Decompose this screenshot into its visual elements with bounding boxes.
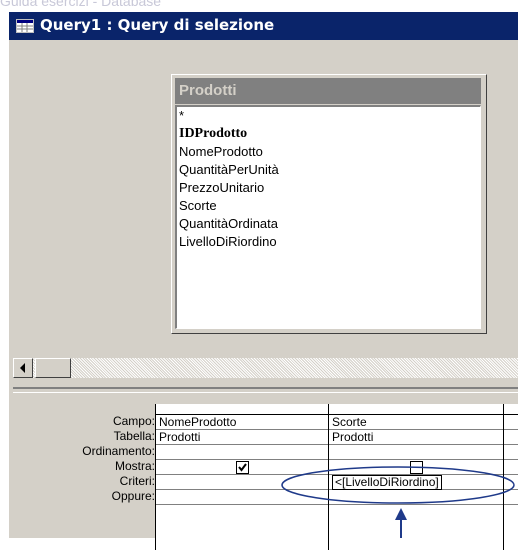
cell-empty[interactable] [504, 415, 518, 430]
cell-mostra [156, 460, 328, 475]
row-label-ordinamento: Ordinamento: [82, 444, 155, 458]
cell-empty[interactable] [504, 430, 518, 445]
arrow-left-icon [20, 363, 25, 373]
field-item-scorte[interactable]: Scorte [177, 197, 480, 215]
field-item-quantitaordinata[interactable]: QuantitàOrdinata [177, 215, 480, 233]
field-item-nomeprodotto[interactable]: NomeProdotto [177, 143, 480, 161]
row-label-tabella: Tabella: [113, 429, 155, 443]
label-spacer [13, 404, 155, 414]
cell-campo[interactable]: NomeProdotto [156, 415, 328, 430]
grid-column-1[interactable]: NomeProdotto Prodotti [155, 404, 328, 550]
cell-empty[interactable] [504, 460, 518, 475]
field-item-all[interactable]: * [177, 107, 480, 125]
row-label-mostra: Mostra: [114, 459, 155, 473]
cell-ordinamento[interactable] [329, 445, 503, 460]
scroll-left-button[interactable] [13, 358, 33, 378]
cell-oppure[interactable] [156, 490, 328, 505]
window-title: Query1 : Query di selezione [40, 16, 275, 34]
cell-mostra [329, 460, 503, 475]
field-item-prezzounitario[interactable]: PrezzoUnitario [177, 179, 480, 197]
row-label-campo: Campo: [112, 414, 155, 428]
show-checkbox-checked[interactable] [236, 461, 249, 474]
criteria-value[interactable]: <[LivelloDiRiordino] [332, 475, 442, 490]
cell-campo[interactable]: Scorte [329, 415, 503, 430]
table-field-list-title[interactable]: Prodotti [175, 78, 481, 104]
table-pane: Prodotti * IDProdotto NomeProdotto Quant… [13, 42, 518, 372]
cell-empty[interactable] [504, 475, 518, 490]
cell-oppure[interactable] [329, 490, 503, 505]
cell-criteri[interactable]: <[LivelloDiRiordino] [329, 475, 503, 490]
scroll-thumb[interactable] [35, 358, 71, 378]
pane-splitter[interactable] [13, 387, 518, 393]
cell-tabella[interactable]: Prodotti [329, 430, 503, 445]
row-label-oppure: Oppure: [111, 489, 155, 503]
grid-row-labels: Campo: Tabella: Ordinamento: Mostra: Cri… [13, 404, 155, 504]
background-window-title: Guida esercizi - Database [0, 0, 162, 9]
field-item-quantitaperunita[interactable]: QuantitàPerUnità [177, 161, 480, 179]
column-selector[interactable] [156, 404, 328, 415]
background-window-strip: Guida esercizi - Database [0, 0, 518, 10]
cell-empty[interactable] [504, 490, 518, 505]
checkmark-icon [238, 463, 247, 472]
title-bar[interactable]: Query1 : Query di selezione [9, 12, 518, 40]
field-item-idprodotto[interactable]: IDProdotto [177, 125, 480, 143]
query-window: Query1 : Query di selezione Prodotti * I… [7, 10, 518, 550]
show-checkbox-unchecked[interactable] [410, 461, 423, 474]
field-list[interactable]: * IDProdotto NomeProdotto QuantitàPerUni… [175, 105, 481, 329]
cell-tabella[interactable]: Prodotti [156, 430, 328, 445]
grid-column-2[interactable]: Scorte Prodotti <[LivelloDiRiordino] [328, 404, 503, 550]
cell-criteri[interactable] [156, 475, 328, 490]
cell-ordinamento[interactable] [156, 445, 328, 460]
row-label-criteri: Criteri: [119, 474, 155, 488]
design-grid[interactable]: NomeProdotto Prodotti Scorte Prodotti <[… [155, 404, 518, 550]
column-selector[interactable] [504, 404, 518, 415]
table-field-list[interactable]: Prodotti * IDProdotto NomeProdotto Quant… [171, 74, 487, 334]
field-item-livellodiriordino[interactable]: LivelloDiRiordino [177, 233, 480, 251]
column-selector[interactable] [329, 404, 503, 415]
cell-empty[interactable] [504, 445, 518, 460]
query-window-icon [16, 19, 34, 33]
horizontal-scrollbar[interactable] [13, 358, 518, 378]
grid-column-3[interactable] [503, 404, 518, 550]
